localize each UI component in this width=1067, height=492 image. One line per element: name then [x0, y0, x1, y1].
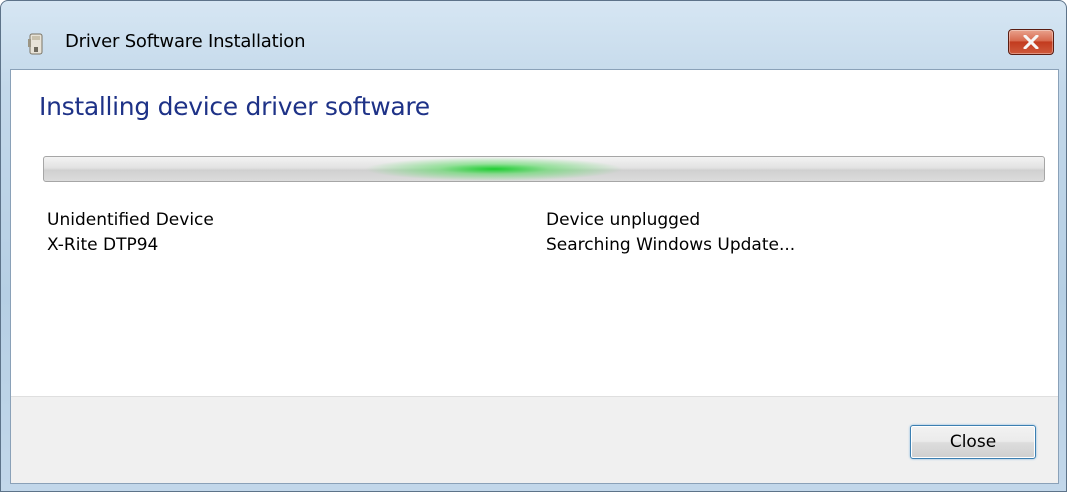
device-name: X-Rite DTP94: [47, 235, 159, 255]
title-bar[interactable]: Driver Software Installation: [1, 1, 1066, 55]
device-status: Device unplugged: [546, 210, 701, 230]
dialog-footer: Close: [11, 396, 1058, 483]
device-name: Unidentified Device: [47, 210, 214, 230]
close-button[interactable]: Close: [910, 425, 1036, 459]
device-status: Searching Windows Update...: [546, 235, 796, 255]
device-list: Unidentified Device X-Rite DTP94: [47, 208, 214, 258]
dialog-window: Driver Software Installation Installing …: [0, 0, 1067, 492]
window-close-button[interactable]: [1008, 29, 1054, 55]
close-icon: [1023, 35, 1039, 49]
page-heading: Installing device driver software: [39, 92, 430, 121]
install-progress-bar: [43, 156, 1045, 182]
dialog-content: Installing device driver software Uniden…: [10, 69, 1059, 484]
window-title: Driver Software Installation: [65, 31, 306, 52]
status-list: Device unplugged Searching Windows Updat…: [546, 208, 795, 258]
progress-marquee-glow: [364, 157, 624, 181]
usb-drive-icon: [27, 33, 45, 55]
